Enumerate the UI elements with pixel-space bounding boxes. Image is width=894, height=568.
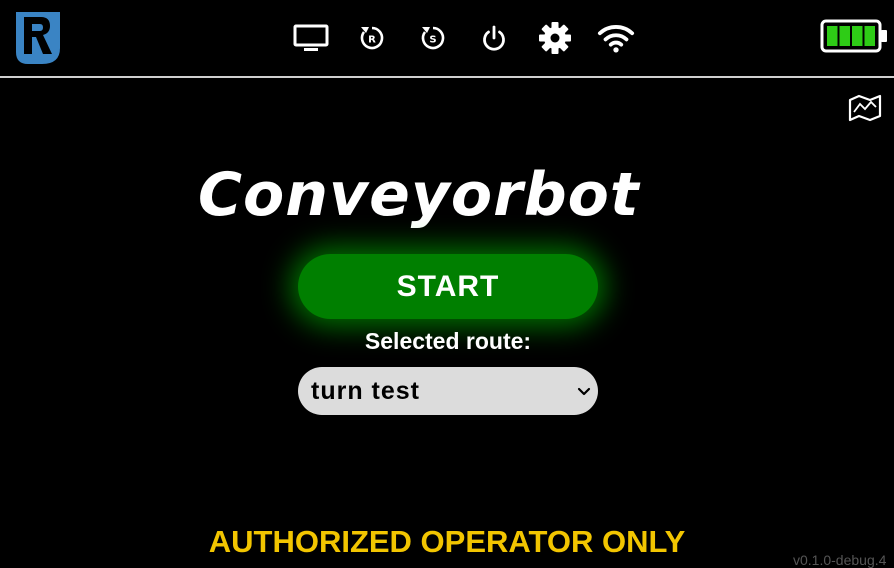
route-select[interactable]: turn test	[298, 367, 598, 415]
wifi-icon[interactable]	[597, 19, 635, 57]
battery-cell	[827, 26, 838, 46]
start-button[interactable]: START	[298, 254, 598, 319]
reset-s-icon[interactable]: S	[414, 19, 452, 57]
authorized-warning: AUTHORIZED OPERATOR ONLY	[208, 524, 686, 559]
reset-r-icon[interactable]: R	[353, 19, 391, 57]
top-bar: R S	[0, 0, 894, 78]
battery-cell	[852, 26, 863, 46]
app-screen: R S Conveyorbot START Selected route: tu…	[0, 0, 894, 568]
chevron-down-icon	[577, 387, 591, 396]
robot-r-logo-icon	[16, 12, 60, 64]
top-icon-bar: R S	[292, 18, 635, 58]
selected-route-label: Selected route:	[364, 328, 532, 354]
svg-text:R: R	[368, 35, 376, 46]
svg-text:S: S	[429, 35, 436, 46]
battery-icon	[820, 19, 887, 53]
battery-cell	[839, 26, 850, 46]
battery-cell	[864, 26, 875, 46]
map-icon	[848, 94, 882, 122]
monitor-icon[interactable]	[292, 19, 330, 57]
map-button[interactable]	[847, 92, 883, 124]
version-label: v0.1.0-debug.4	[793, 552, 887, 568]
power-icon[interactable]	[475, 19, 513, 57]
brand-wordmark: Conveyorbot	[198, 160, 640, 230]
conveyorbot-logo: Conveyorbot	[194, 148, 704, 238]
route-select-value: turn test	[311, 376, 420, 405]
gear-icon[interactable]	[536, 19, 574, 57]
